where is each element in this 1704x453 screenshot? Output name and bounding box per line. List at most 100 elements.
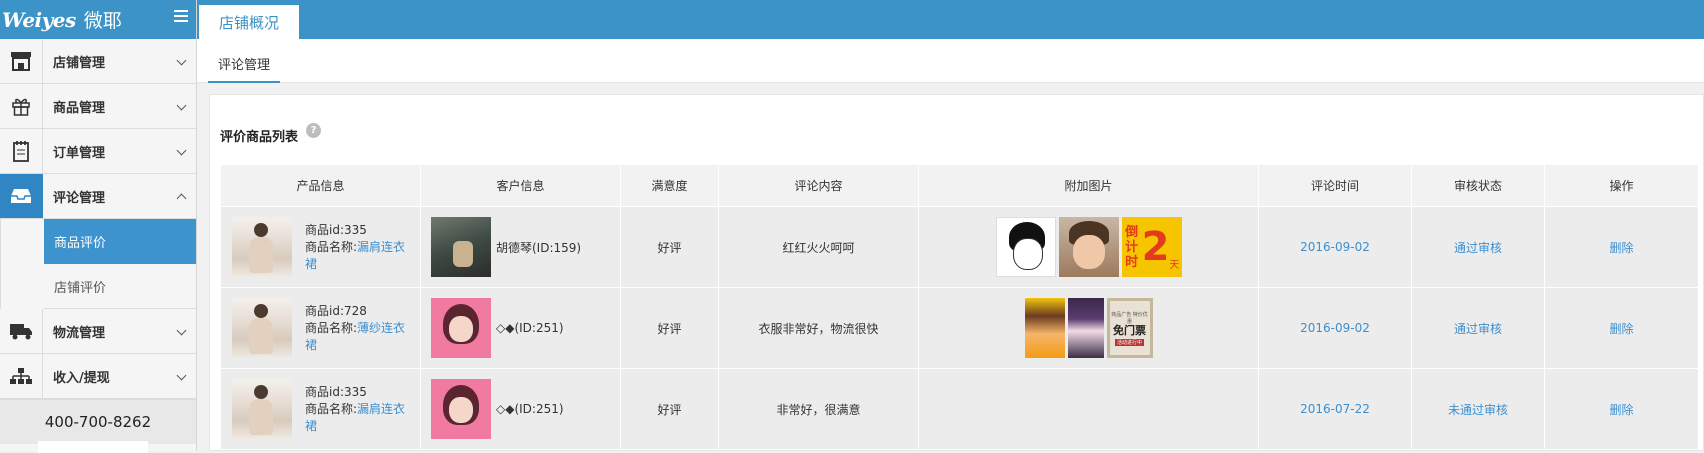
sidebar-item-label: 收入/提现 <box>53 370 110 386</box>
product-id: 商品id:728 <box>305 303 367 318</box>
sidebar: Weiyes 微耶 店铺管理 商品管理 订单管理 评论管理 商品评价 店铺评价 <box>0 0 197 453</box>
product-id: 商品id:335 <box>305 222 367 237</box>
tab-shop-overview[interactable]: 店铺概况 <box>199 5 300 39</box>
sidebar-item-label: 物流管理 <box>53 325 106 341</box>
product-info: 商品id:335 商品名称:漏肩连衣裙 <box>221 217 420 277</box>
col-header-images: 附加图片 <box>918 164 1259 207</box>
attached-image[interactable] <box>1024 298 1065 358</box>
org-chart-icon <box>0 354 43 398</box>
customer-avatar <box>431 298 491 358</box>
chevron-down-icon <box>176 370 187 381</box>
product-info: 商品id:335 商品名称:漏肩连衣裙 <box>221 379 420 439</box>
truck-icon <box>0 309 43 353</box>
comment-cell: 非常好，很满意 <box>718 368 919 450</box>
logo: Weiyes <box>2 7 76 32</box>
satisfaction-cell: 好评 <box>620 206 719 288</box>
sidebar-submenu: 商品评价 店铺评价 <box>0 219 196 309</box>
image-text: 免门票 <box>1113 323 1146 337</box>
sidebar-item-label: 评论管理 <box>53 190 106 206</box>
satisfaction-cell: 好评 <box>620 368 719 450</box>
attached-images: 倒计时 2 天 <box>919 217 1258 277</box>
image-text: 2 <box>1141 224 1170 270</box>
image-text: 天 <box>1169 260 1180 271</box>
customer-name: 胡德琴(ID:159) <box>496 240 582 255</box>
col-header-customer: 客户信息 <box>420 164 621 207</box>
review-status-link[interactable]: 通过审核 <box>1454 241 1502 255</box>
attached-image[interactable] <box>995 217 1056 277</box>
sidebar-item-label: 商品管理 <box>53 100 106 116</box>
store-icon <box>0 39 43 83</box>
attached-image[interactable] <box>1067 298 1104 358</box>
chevron-down-icon <box>176 100 187 111</box>
delete-link[interactable]: 删除 <box>1609 322 1633 336</box>
panel-title: 评价商品列表 ? <box>220 123 322 145</box>
product-name-label: 商品名称: <box>305 401 358 416</box>
product-info: 商品id:728 商品名称:薄纱连衣裙 <box>221 298 420 358</box>
sidebar-item-orders[interactable]: 订单管理 <box>0 129 196 174</box>
table-row: 商品id:335 商品名称:漏肩连衣裙 胡德琴(ID:159) 好评 红红火火呵… <box>220 206 1699 288</box>
inbox-icon <box>0 174 43 218</box>
customer-info: 胡德琴(ID:159) <box>421 217 620 277</box>
table-row: 商品id:728 商品名称:薄纱连衣裙 ◇◆(ID:251) 好评 衣服非常好，… <box>220 287 1699 369</box>
gift-icon <box>0 84 43 128</box>
topbar: 店铺概况 <box>197 0 1704 39</box>
product-id: 商品id:335 <box>305 384 367 399</box>
comment-cell: 衣服非常好，物流很快 <box>718 287 919 369</box>
review-time: 2016-09-02 <box>1300 321 1370 335</box>
review-status-link[interactable]: 未通过审核 <box>1448 403 1508 417</box>
image-text: 倒计时 <box>1125 224 1139 270</box>
col-header-satisfaction: 满意度 <box>620 164 719 207</box>
customer-name: ◇◆(ID:251) <box>496 402 564 416</box>
qr-code-image <box>38 441 148 453</box>
sidebar-item-comments[interactable]: 评论管理 <box>0 174 196 219</box>
product-name-label: 商品名称: <box>305 239 358 254</box>
product-name-label: 商品名称: <box>305 320 358 335</box>
chevron-up-icon <box>176 193 187 204</box>
help-icon[interactable]: ? <box>306 123 322 138</box>
sidebar-subitem-shop-reviews[interactable]: 店铺评价 <box>44 264 196 309</box>
attached-images-empty <box>918 368 1259 450</box>
sidebar-item-products[interactable]: 商品管理 <box>0 84 196 129</box>
tab-comment-management[interactable]: 评论管理 <box>208 50 281 83</box>
product-thumbnail[interactable] <box>232 217 292 277</box>
customer-avatar <box>431 379 491 439</box>
customer-info: ◇◆(ID:251) <box>421 298 620 358</box>
sidebar-item-logistics[interactable]: 物流管理 <box>0 309 196 354</box>
subtab-bar: 评论管理 <box>197 39 1704 83</box>
logo-bar: Weiyes 微耶 <box>0 0 196 39</box>
attached-image[interactable] <box>1058 217 1119 277</box>
customer-info: ◇◆(ID:251) <box>421 379 620 439</box>
table-header-row: 产品信息 客户信息 满意度 评论内容 附加图片 评论时间 审核状态 操作 <box>220 164 1699 207</box>
customer-avatar <box>431 217 491 277</box>
review-status-link[interactable]: 通过审核 <box>1454 322 1502 336</box>
chevron-down-icon <box>176 145 187 156</box>
comment-cell: 红红火火呵呵 <box>718 206 919 288</box>
image-text: 活动进行中 <box>1114 338 1144 346</box>
attached-images: 商品广告 特价优惠 免门票 活动进行中 <box>919 298 1258 358</box>
sidebar-subitem-product-reviews[interactable]: 商品评价 <box>44 219 196 264</box>
product-thumbnail[interactable] <box>232 379 292 439</box>
notepad-icon <box>0 129 43 173</box>
sidebar-item-shop[interactable]: 店铺管理 <box>0 39 196 84</box>
sidebar-item-income[interactable]: 收入/提现 <box>0 354 196 399</box>
delete-link[interactable]: 删除 <box>1609 403 1633 417</box>
review-time: 2016-07-22 <box>1300 402 1370 416</box>
review-time: 2016-09-02 <box>1300 240 1370 254</box>
chevron-down-icon <box>176 55 187 66</box>
panel-title-text: 评价商品列表 <box>220 130 299 145</box>
attached-image[interactable]: 倒计时 2 天 <box>1121 217 1182 277</box>
chevron-down-icon <box>176 325 187 336</box>
sidebar-item-label: 店铺管理 <box>53 55 106 71</box>
menu-toggle-icon[interactable] <box>174 10 188 24</box>
col-header-comment: 评论内容 <box>718 164 919 207</box>
col-header-action: 操作 <box>1544 164 1699 207</box>
attached-image[interactable]: 商品广告 特价优惠 免门票 活动进行中 <box>1106 298 1153 358</box>
image-text: 商品广告 特价优惠 <box>1111 311 1148 325</box>
logo-cn: 微耶 <box>83 10 122 32</box>
col-header-time: 评论时间 <box>1258 164 1412 207</box>
product-thumbnail[interactable] <box>232 298 292 358</box>
reviews-table: 产品信息 客户信息 满意度 评论内容 附加图片 评论时间 审核状态 操作 商品i… <box>220 164 1699 450</box>
col-header-status: 审核状态 <box>1411 164 1545 207</box>
support-phone: 400-700-8262 <box>0 399 196 444</box>
delete-link[interactable]: 删除 <box>1609 241 1633 255</box>
